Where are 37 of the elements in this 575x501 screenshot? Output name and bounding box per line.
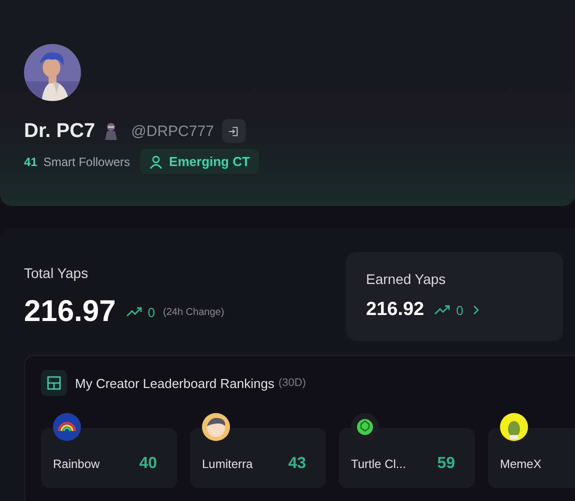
period-label: (30D) [278,377,306,389]
change-value: 0 [148,304,155,320]
layout-icon [41,370,67,396]
tier-label: Emerging CT [169,154,250,169]
ranking-card[interactable]: Rainbow 40 [41,428,177,488]
stat-value: 216.97 [24,295,116,329]
rainbow-icon [53,413,81,441]
change-value: 0 [456,302,464,318]
rank-value: 59 [437,455,455,473]
follower-count: 41 [24,154,38,168]
ranking-card[interactable]: Turtle Cl... 59 [339,428,475,488]
stat-label: Earned Yaps [366,271,447,287]
profile-name: Dr. PC7 [24,120,96,142]
profile-handle: @DRPC777 [131,122,214,140]
follower-label: Smart Followers [43,154,130,168]
avatar-icon [500,413,528,441]
avatar-icon [202,413,230,441]
figure-icon [103,122,120,140]
logout-button[interactable] [222,119,246,143]
change-note: (24h Change) [163,306,224,318]
trend-up-icon [126,307,142,317]
project-name: Rainbow [53,457,100,471]
stat-value: 216.92 [366,299,424,321]
ranking-card[interactable]: MemeX [488,428,575,488]
rank-value: 43 [288,455,306,473]
stat-label: Total Yaps [24,265,90,281]
project-name: Turtle Cl... [351,457,406,471]
person-icon [149,154,164,168]
trend-up-icon [434,305,450,315]
chevron-right-icon [473,305,480,315]
section-title: My Creator Leaderboard Rankings [75,376,274,390]
project-name: Lumiterra [202,457,253,471]
exit-icon [228,126,240,136]
earned-card[interactable]: Earned Yaps 216.92 0 [346,252,563,341]
ranking-card[interactable]: Lumiterra 43 [190,428,326,488]
project-name: MemeX [500,457,542,471]
rank-value: 40 [139,455,157,473]
